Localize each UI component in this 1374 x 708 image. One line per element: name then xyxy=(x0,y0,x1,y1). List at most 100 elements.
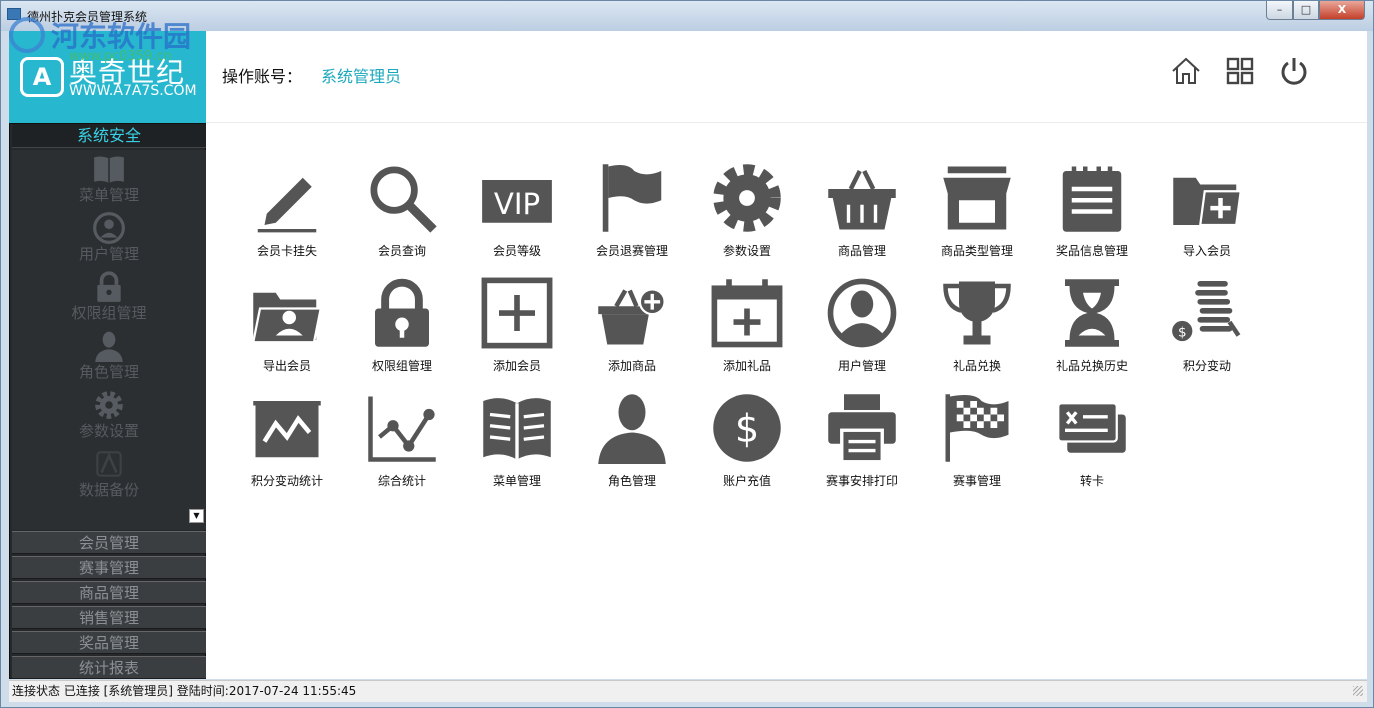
tile-label: 转卡 xyxy=(1079,474,1104,488)
tile-label: 菜单管理 xyxy=(492,474,541,488)
logo: A 奥奇世纪 WWW.A7A7S.COM 河东软件园 www.pc0359.cn xyxy=(9,17,206,123)
tile-event-management[interactable]: 赛事管理 xyxy=(927,392,1027,504)
hourglass-icon xyxy=(1065,279,1119,347)
tile-label: 添加会员 xyxy=(492,359,541,373)
tile-gift-history[interactable]: 礼品兑换历史 xyxy=(1042,277,1142,389)
sidebar-item-permissions[interactable]: 权限组管理 xyxy=(12,268,206,327)
logo-url: WWW.A7A7S.COM xyxy=(69,83,197,99)
tile-label: 积分变动统计 xyxy=(250,474,323,488)
lock-icon xyxy=(375,278,429,347)
tile-card-transfer[interactable]: 转卡 xyxy=(1042,392,1142,504)
folder-plus-icon xyxy=(1173,177,1243,227)
title-bar[interactable]: 德州扑克会员管理系统 – □ X xyxy=(1,1,1373,31)
gear-icon xyxy=(95,391,123,419)
sidebar-item-backup[interactable]: 数据备份 xyxy=(12,445,206,504)
tile-label: 导出会员 xyxy=(262,359,311,373)
tile-label: 商品类型管理 xyxy=(940,244,1013,258)
coins-icon: $ xyxy=(1172,280,1241,342)
function-grid: 会员卡挂失 会员查询 VIP 会员等级 会员退赛管理 参数设置 商品管理 商品类… xyxy=(206,124,1367,679)
sidebar-group-goods[interactable]: 商品管理 xyxy=(12,581,206,604)
tile-label: 赛事安排打印 xyxy=(825,474,898,488)
tile-menu-management[interactable]: 菜单管理 xyxy=(467,392,567,504)
tile-export-members[interactable]: 导出会员 xyxy=(237,277,337,389)
tile-points-change[interactable]: $ 积分变动 xyxy=(1157,277,1257,389)
sidebar-group-events[interactable]: 赛事管理 xyxy=(12,556,206,579)
maximize-button[interactable]: □ xyxy=(1293,1,1319,20)
tile-account-recharge[interactable]: $ 账户充值 xyxy=(697,392,797,504)
cards-icon xyxy=(1057,402,1126,453)
tile-label: 账户充值 xyxy=(722,474,771,488)
sidebar-group-members[interactable]: 会员管理 xyxy=(12,531,206,554)
tile-goods-type[interactable]: 商品类型管理 xyxy=(927,162,1027,274)
basket-plus-icon xyxy=(598,288,666,345)
tile-add-member[interactable]: 添加会员 xyxy=(467,277,567,389)
tile-param-settings[interactable]: 参数设置 xyxy=(697,162,797,274)
tile-overall-stats[interactable]: 综合统计 xyxy=(352,392,452,504)
tile-add-gift[interactable]: 添加礼品 xyxy=(697,277,797,389)
sidebar-item-label: 用户管理 xyxy=(78,245,139,263)
svg-text:$: $ xyxy=(735,407,759,452)
header: 操作账号： 系统管理员 xyxy=(206,31,1367,123)
tile-member-level[interactable]: VIP 会员等级 xyxy=(467,162,567,274)
sidebar-item-label: 数据备份 xyxy=(78,481,139,499)
logo-badge: A xyxy=(20,57,64,97)
sidebar-item-users[interactable]: 用户管理 xyxy=(12,209,206,268)
tile-withdraw[interactable]: 会员退赛管理 xyxy=(582,162,682,274)
sidebar-group-reports[interactable]: 统计报表 xyxy=(12,656,206,679)
tile-points-stats[interactable]: 积分变动统计 xyxy=(237,392,337,504)
svg-text:VIP: VIP xyxy=(494,187,540,221)
app-window: 德州扑克会员管理系统 – □ X A 奥奇世纪 WWW.A7A7S.COM 河东… xyxy=(0,0,1374,708)
tile-add-goods[interactable]: 添加商品 xyxy=(582,277,682,389)
tile-schedule-print[interactable]: 赛事安排打印 xyxy=(812,392,912,504)
minimize-button[interactable]: – xyxy=(1266,1,1293,20)
person-icon xyxy=(95,331,123,362)
tile-label: 导入会员 xyxy=(1182,244,1231,258)
sidebar-item-label: 菜单管理 xyxy=(78,186,139,204)
tile-label: 赛事管理 xyxy=(952,474,1001,488)
tile-user-management[interactable]: 用户管理 xyxy=(812,277,912,389)
book-icon xyxy=(483,398,551,460)
calendar-plus-icon xyxy=(711,279,783,348)
book-icon xyxy=(94,156,124,183)
status-bar: 连接状态 已连接 [系统管理员] 登陆时间:2017-07-24 11:55:4… xyxy=(9,680,1367,702)
power-icon[interactable] xyxy=(1278,55,1310,87)
status-text: 连接状态 已连接 [系统管理员] 登陆时间:2017-07-24 11:55:4… xyxy=(12,684,357,698)
dollar-icon: $ xyxy=(713,394,781,462)
sidebar-group-sales[interactable]: 销售管理 xyxy=(12,606,206,629)
tile-role-management[interactable]: 角色管理 xyxy=(582,392,682,504)
watermark-url: www.pc0359.cn xyxy=(69,49,172,64)
tile-label: 参数设置 xyxy=(722,244,771,258)
tile-import-members[interactable]: 导入会员 xyxy=(1157,162,1257,274)
tile-card-loss[interactable]: 会员卡挂失 xyxy=(237,162,337,274)
chart-board-icon xyxy=(253,401,321,458)
home-icon[interactable] xyxy=(1170,55,1202,87)
close-button[interactable]: X xyxy=(1319,1,1365,20)
tile-prize-info[interactable]: 奖品信息管理 xyxy=(1042,162,1142,274)
resize-grip[interactable] xyxy=(1353,686,1363,696)
tile-gift-exchange[interactable]: 礼品兑换 xyxy=(927,277,1027,389)
watermark-circle xyxy=(9,17,45,53)
sidebar-section-title[interactable]: 系统安全 xyxy=(12,124,206,148)
person-icon xyxy=(598,394,666,464)
logo-icon xyxy=(96,451,122,477)
store-icon xyxy=(943,166,1011,230)
trophy-icon xyxy=(943,281,1011,345)
pencil-icon xyxy=(257,177,317,233)
line-chart-icon xyxy=(368,396,436,462)
sidebar-group-prizes[interactable]: 奖品管理 xyxy=(12,631,206,654)
collapse-button[interactable]: ▼ xyxy=(189,509,204,523)
tile-label: 角色管理 xyxy=(607,474,656,488)
tile-member-search[interactable]: 会员查询 xyxy=(352,162,452,274)
flag-icon xyxy=(602,164,662,232)
sidebar-item-label: 权限组管理 xyxy=(71,304,147,322)
sidebar-item-menu[interactable]: 菜单管理 xyxy=(12,150,206,209)
tile-permission-group[interactable]: 权限组管理 xyxy=(352,277,452,389)
sidebar-item-settings[interactable]: 参数设置 xyxy=(12,386,206,445)
checkered-flag-icon xyxy=(945,394,1009,462)
tile-label: 添加礼品 xyxy=(722,359,771,373)
sidebar-item-roles[interactable]: 角色管理 xyxy=(12,327,206,386)
user-circle-icon xyxy=(93,212,125,244)
tile-goods[interactable]: 商品管理 xyxy=(812,162,912,274)
tile-label: 礼品兑换历史 xyxy=(1055,359,1128,373)
grid-icon[interactable] xyxy=(1224,55,1256,87)
